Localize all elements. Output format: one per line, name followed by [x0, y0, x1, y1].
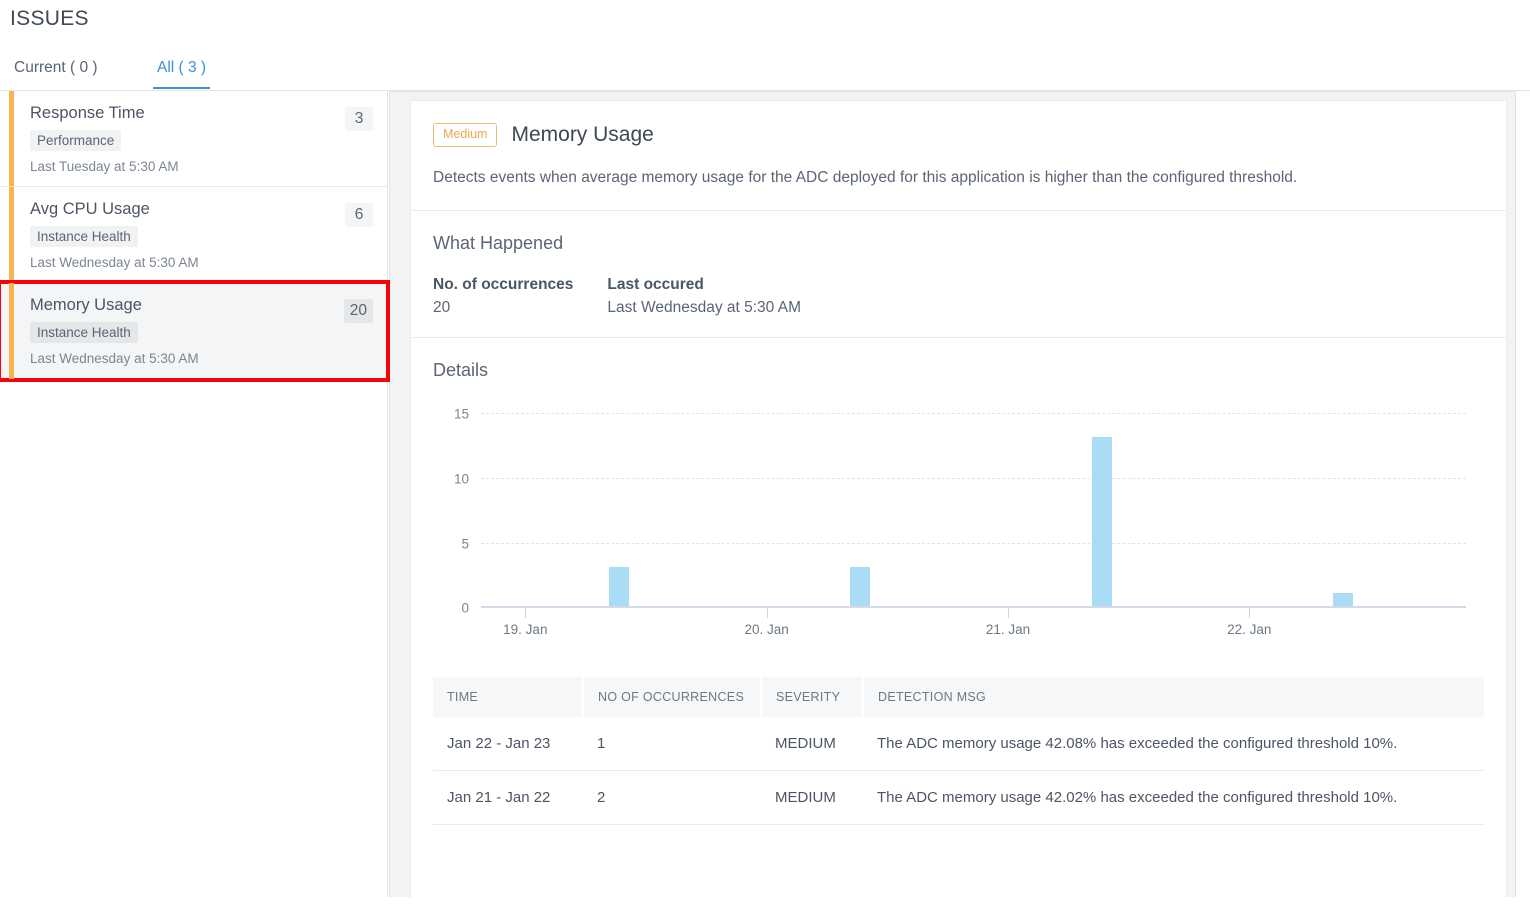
occurrences-bar-chart: 0 5 10 15 19. Jan 20. Jan 21. Jan 22. Jan: [433, 403, 1484, 653]
details-heading: Details: [433, 360, 489, 380]
detail-title: Memory Usage: [511, 123, 654, 146]
tab-all[interactable]: All ( 3 ): [153, 49, 211, 89]
issue-category-tag: Instance Health: [30, 322, 138, 343]
cell-time: Jan 22 - Jan 23: [433, 717, 583, 771]
chart-x-tick-mark: [1007, 608, 1009, 618]
issue-list-item-response-time[interactable]: Response Time 3 Performance Last Tuesday…: [0, 91, 387, 187]
chart-y-tick-label: 15: [453, 406, 469, 422]
chart-x-tick-mark: [766, 608, 768, 618]
field-value: Last Wednesday at 5:30 AM: [607, 299, 801, 316]
page-title: ISSUES: [10, 7, 89, 30]
chart-gridline: 15: [454, 407, 1466, 422]
field-no-of-occurrences: No. of occurrences 20: [433, 276, 573, 317]
chart-bar[interactable]: [1091, 437, 1112, 606]
issue-count-badge: 3: [345, 107, 373, 131]
events-table-body: Jan 22 - Jan 23 1 MEDIUM The ADC memory usa…: [433, 717, 1484, 825]
issue-detail-pane: Medium Memory Usage Detects events when …: [389, 91, 1516, 897]
chart-bar[interactable]: [609, 567, 630, 606]
column-header-occurrences: NO OF OCCURRENCES: [583, 677, 762, 717]
chart-gridline: 10: [454, 472, 1466, 487]
detail-description: Detects events when average memory usage…: [433, 169, 1298, 186]
chart-x-tick-label: 19. Jan: [503, 622, 548, 637]
table-row[interactable]: Jan 21 - Jan 22 2 MEDIUM The ADC memory usa…: [433, 770, 1484, 825]
detail-title-row: Medium Memory Usage: [433, 123, 1484, 147]
issue-count-badge: 6: [345, 203, 373, 227]
column-header-severity: SEVERITY: [761, 677, 864, 717]
issue-count-badge: 20: [343, 299, 373, 323]
chart-x-tick-mark: [1249, 608, 1251, 618]
chart-x-tick-label: 20. Jan: [744, 622, 789, 637]
tabs-bar: Current ( 0 ) All ( 3 ): [0, 49, 1530, 91]
column-header-detection-msg: DETECTION MSG: [863, 677, 1484, 717]
chart-bar[interactable]: [1333, 593, 1354, 606]
issue-accent-bar: [9, 187, 14, 282]
issue-category-tag: Performance: [30, 130, 122, 151]
cell-detection-msg: The ADC memory usage 42.08% has exceeded…: [863, 717, 1484, 771]
issue-category-tag: Instance Health: [30, 226, 138, 247]
tab-current[interactable]: Current ( 0 ): [10, 49, 102, 89]
issue-name: Avg CPU Usage: [30, 200, 150, 218]
events-table: TIME NO OF OCCURRENCES SEVERITY DETECTIO…: [433, 677, 1484, 825]
chart-gridline: 5: [461, 537, 1466, 552]
cell-occurrences: 1: [583, 717, 761, 771]
table-row[interactable]: Jan 22 - Jan 23 1 MEDIUM The ADC memory usa…: [433, 717, 1484, 771]
chart-y-tick-label: 5: [461, 536, 469, 552]
chart-y-tick-label: 10: [453, 471, 469, 487]
cell-time: Jan 21 - Jan 22: [433, 770, 583, 825]
chart-x-tick-mark: [525, 608, 527, 618]
cell-detection-msg: The ADC memory usage 42.02% has exceeded…: [863, 770, 1484, 825]
issue-name: Response Time: [30, 104, 145, 122]
issue-timestamp: Last Wednesday at 5:30 AM: [30, 255, 199, 270]
details-section: Details 0 5 10 15 19. Jan 20. Jan 21. Jan 22. J…: [411, 337, 1506, 845]
status-badge: Medium: [433, 123, 498, 147]
chart-bar[interactable]: [850, 567, 871, 606]
chart-x-tick-label: 22. Jan: [1227, 622, 1272, 637]
chart-x-axis: [481, 606, 1466, 608]
chart-y-tick-label: 0: [461, 600, 469, 616]
cell-severity: MEDIUM: [761, 717, 863, 771]
issue-detail-card: Medium Memory Usage Detects events when …: [410, 100, 1507, 897]
events-table-header: TIME NO OF OCCURRENCES SEVERITY DETECTIO…: [433, 677, 1484, 717]
cell-occurrences: 2: [583, 770, 761, 825]
issue-name: Memory Usage: [30, 296, 142, 314]
cell-severity: MEDIUM: [761, 770, 863, 825]
chart-x-tick-label: 21. Jan: [985, 622, 1031, 637]
field-value: 20: [433, 299, 451, 316]
issue-list-item-memory-usage[interactable]: Memory Usage 20 Instance Health Last Wed…: [0, 280, 390, 382]
field-label: Last occured: [607, 276, 704, 293]
chart-plot-area: 0 5 10 15 19. Jan 20. Jan 21. Jan 22. Jan: [454, 407, 1466, 637]
field-last-occured: Last occured Last Wednesday at 5:30 AM: [607, 276, 801, 317]
issue-accent-bar: [9, 91, 14, 186]
issue-accent-bar: [9, 283, 14, 379]
issues-list: Response Time 3 Performance Last Tuesday…: [0, 91, 390, 897]
table-header-row: TIME NO OF OCCURRENCES SEVERITY DETECTIO…: [433, 677, 1484, 717]
issue-timestamp: Last Tuesday at 5:30 AM: [30, 159, 179, 174]
detail-header-section: Medium Memory Usage Detects events when …: [411, 101, 1506, 210]
what-happened-heading: What Happened: [433, 233, 564, 253]
issue-list-item-avg-cpu-usage[interactable]: Avg CPU Usage 6 Instance Health Last Wed…: [0, 187, 387, 283]
what-happened-fields: No. of occurrences 20 Last occured Last …: [433, 276, 1484, 317]
body-wrapper: Response Time 3 Performance Last Tuesday…: [0, 91, 1530, 897]
issue-timestamp: Last Wednesday at 5:30 AM: [30, 351, 199, 366]
field-label: No. of occurrences: [433, 276, 574, 293]
column-header-time: TIME: [433, 677, 584, 717]
what-happened-section: What Happened No. of occurrences 20 Last…: [411, 210, 1506, 337]
